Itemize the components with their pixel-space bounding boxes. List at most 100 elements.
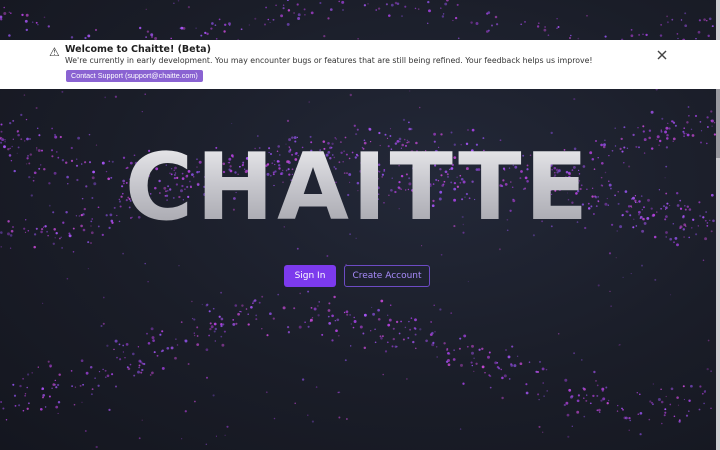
particle-dot [511,345,514,348]
particle-dot [81,401,83,403]
particle-dot [380,337,383,340]
close-icon[interactable] [655,48,669,62]
particle-dot [140,371,143,374]
particle-dot [254,17,257,20]
particle-dot [87,34,91,38]
particle-dot [137,370,140,374]
particle-dot [196,335,199,337]
particle-dot [703,402,705,405]
particle-dot [175,338,177,340]
particle-dot [711,25,714,28]
particle-dot [345,310,349,314]
particle-dot [628,416,631,420]
particle-dot [346,313,349,316]
particle-dot [454,16,458,20]
particle-dot [159,333,162,336]
particle-dot [458,347,461,350]
particle-dot [668,127,671,130]
particle-dot [138,364,141,367]
particle-dot [489,375,492,378]
particle-dot [486,12,489,15]
particle-dot [475,22,479,25]
particle-dot [617,404,619,407]
particle-dot [218,315,221,318]
particle-dot [89,365,93,369]
particle-dot [698,408,701,411]
particle-dot [42,393,46,397]
particle-dot [364,313,367,317]
particle-dot [661,117,664,120]
particle-dot [699,121,702,123]
particle-dot [435,346,438,348]
particle-dot [104,376,107,379]
particle-dot [255,318,258,321]
particle-dot [35,106,38,110]
particle-dot [433,304,435,307]
particle-dot [410,127,413,131]
particle-dot [125,343,129,346]
particle-dot [160,350,163,353]
particle-dot [334,320,336,322]
particle-dot [538,360,542,363]
particle-dot [583,387,586,391]
particle-dot [607,399,610,402]
particle-dot [688,410,690,412]
particle-dot [481,365,485,369]
particle-dot [556,18,558,20]
particle-dot [5,419,8,421]
particle-dot [707,126,709,128]
particle-dot [686,121,689,124]
particle-dot [598,408,601,412]
particle-dot [542,431,544,433]
particle-dot [269,312,272,316]
particle-dot [346,418,348,420]
sign-in-button[interactable]: Sign In [284,265,336,287]
particle-dot [570,34,572,37]
particle-dot [427,0,430,4]
particle-dot [651,402,653,404]
particle-dot [114,95,118,98]
particle-dot [710,119,713,122]
particle-dot [237,312,240,316]
particle-dot [452,358,456,361]
create-account-button[interactable]: Create Account [344,265,430,287]
particle-dot [177,0,180,2]
particle-dot [323,34,326,38]
particle-dot [649,400,652,403]
particle-dot [581,359,583,361]
particle-dot [0,123,3,126]
particle-dot [195,27,197,29]
particle-dot [409,328,412,331]
particle-dot [505,349,507,351]
particle-dot [182,26,186,30]
particle-dot [309,320,312,322]
particle-dot [0,18,3,21]
particle-dot [315,386,318,388]
particle-dot [544,26,546,28]
particle-dot [494,15,498,19]
particle-dot [545,368,548,371]
particle-dot [129,363,132,366]
particle-dot [488,351,491,354]
particle-dot [352,326,355,329]
particle-dot [363,4,367,7]
particle-dot [232,322,236,326]
particle-dot [353,124,356,127]
particle-dot [222,323,225,326]
particle-dot [214,340,216,342]
particle-dot [642,33,644,35]
particle-dot [602,397,606,401]
contact-support-button[interactable]: Contact Support (support@chaitte.com) [66,70,203,82]
particle-dot [702,259,705,262]
particle-dot [282,306,286,310]
particle-dot [104,369,107,372]
particle-dot [535,370,538,373]
particle-dot [475,362,478,365]
particle-dot [145,8,147,10]
particle-dot [596,394,599,397]
particle-dot [707,34,710,38]
particle-dot [489,386,492,389]
particle-dot [604,35,607,38]
particle-dot [593,370,596,374]
particle-dot [541,367,545,371]
